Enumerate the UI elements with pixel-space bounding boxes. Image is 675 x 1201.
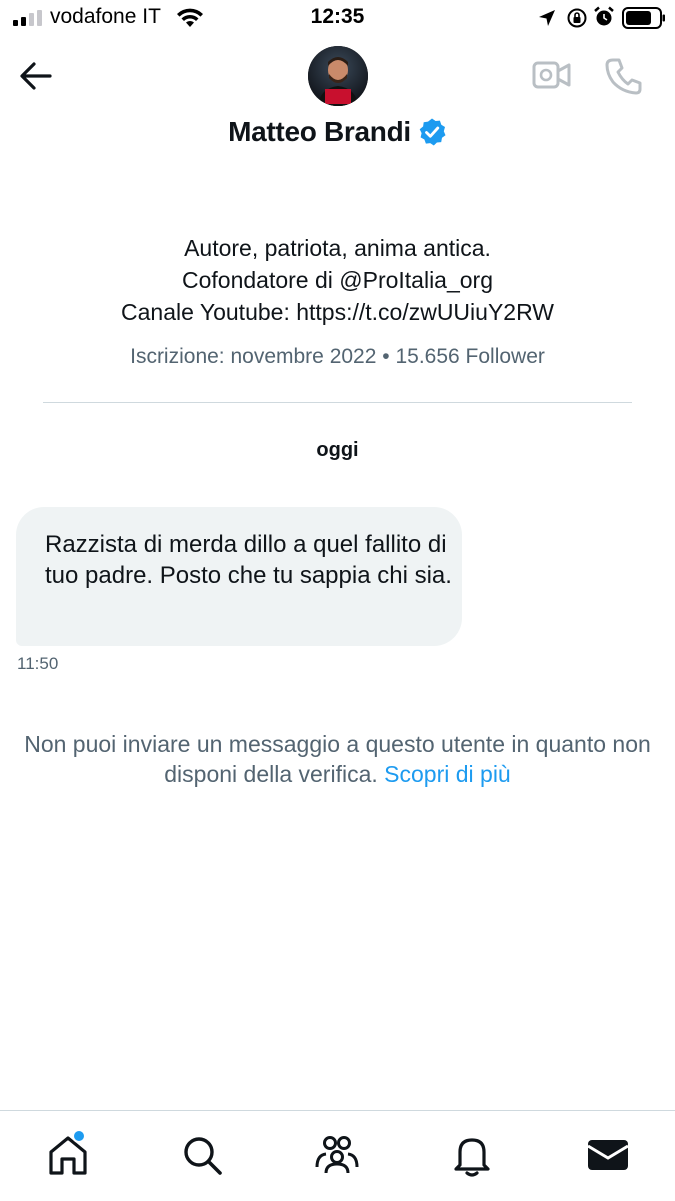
tab-search[interactable] [178,1131,226,1179]
arrow-left-icon [20,62,52,90]
profile-bio: Autore, patriota, anima antica. Cofondat… [0,232,675,328]
message-bubble[interactable]: Razzista di merda dillo a quel fallito d… [16,507,462,646]
cannot-message-notice: Non puoi inviare un messaggio a questo u… [0,729,675,789]
back-button[interactable] [16,56,56,96]
search-icon [184,1137,222,1175]
phone-icon [605,58,642,95]
status-bar: vodafone IT 12:35 [0,0,675,40]
bell-icon [454,1138,490,1177]
bottom-tab-bar [0,1110,675,1201]
profile-name[interactable]: Matteo Brandi [228,116,411,147]
joined-date: Iscrizione: novembre 2022 [130,345,377,368]
rotation-lock-icon [567,8,587,28]
avatar-image [308,46,368,106]
bio-line[interactable]: Cofondatore di @ProItalia_org [0,264,675,296]
profile-name-row: Matteo Brandi [0,116,675,148]
profile-meta: Iscrizione: novembre 2022 • 15.656 Follo… [0,345,675,369]
mail-icon [587,1140,629,1170]
learn-more-link[interactable]: Scopri di più [384,761,511,787]
tab-notifications[interactable] [448,1131,496,1179]
notice-text: Non puoi inviare un messaggio a questo u… [24,731,651,787]
profile-avatar[interactable] [308,46,368,106]
tab-communities[interactable] [313,1131,361,1179]
verified-badge-icon [419,118,446,146]
message-text: Razzista di merda dillo a quel fallito d… [45,531,452,589]
notification-dot [72,1129,86,1143]
meta-separator: • [382,345,390,368]
voice-call-button[interactable] [604,56,644,96]
tab-home[interactable] [44,1129,92,1179]
tab-messages[interactable] [584,1131,632,1179]
follower-count[interactable]: 15.656 Follower [395,345,544,368]
video-call-button[interactable] [532,58,572,92]
alarm-clock-icon [594,6,614,26]
divider [43,402,632,403]
battery-icon [622,7,665,29]
bio-line: Autore, patriota, anima antica. [184,235,491,261]
date-separator: oggi [316,439,359,461]
video-camera-icon [532,61,571,89]
communities-icon [315,1136,359,1174]
message-timestamp: 11:50 [17,654,59,673]
location-arrow-icon [539,10,555,26]
bio-line[interactable]: Canale Youtube: https://t.co/zwUUiuY2RW [0,296,675,328]
